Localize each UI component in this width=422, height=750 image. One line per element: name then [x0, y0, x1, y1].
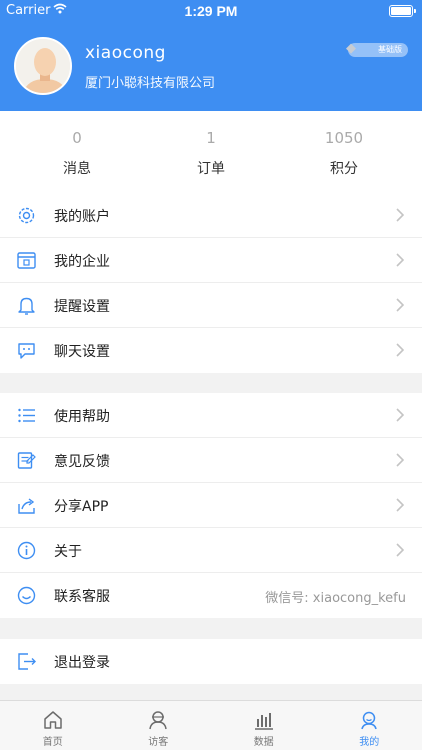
- menu-item-reminder-settings[interactable]: 提醒设置: [0, 283, 422, 328]
- chat-icon: [18, 343, 35, 359]
- status-time: 1:29 PM: [184, 3, 238, 19]
- company-name: 厦门小聪科技有限公司: [85, 76, 216, 91]
- home-icon: [44, 711, 62, 729]
- stat-value: 1: [206, 129, 216, 147]
- chevron-right-icon: [396, 498, 404, 512]
- menu-group-settings: 我的账户 我的企业 提醒设置 聊天设置: [0, 193, 422, 373]
- tab-label: 首页: [42, 737, 63, 748]
- menu-item-label: 关于: [54, 544, 82, 560]
- menu-item-label: 我的企业: [54, 254, 110, 270]
- menu-item-chat-settings[interactable]: 聊天设置: [0, 328, 422, 373]
- username: xiaocong: [85, 43, 166, 63]
- tab-home[interactable]: 首页: [0, 701, 106, 750]
- tab-label: 访客: [148, 737, 169, 748]
- membership-badge[interactable]: ◆ 基础版: [346, 41, 408, 57]
- share-icon: [18, 498, 35, 514]
- list-icon: [18, 408, 35, 423]
- logout-icon: [18, 653, 36, 670]
- chevron-right-icon: [396, 298, 404, 312]
- avatar[interactable]: [14, 37, 72, 95]
- profile-icon: [361, 711, 377, 730]
- service-icon: [17, 586, 36, 605]
- menu-group-help: 使用帮助 意见反馈 分享APP 关于 联系客服 微信号: xiaocong_ke…: [0, 393, 422, 618]
- tab-label: 我的: [359, 737, 380, 748]
- stat-label: 积分: [330, 161, 358, 177]
- stat-value: 1050: [324, 129, 364, 147]
- feedback-icon: [17, 452, 36, 469]
- stat-value: 0: [72, 129, 82, 147]
- menu-item-contact-service[interactable]: 联系客服 微信号: xiaocong_kefu: [0, 573, 422, 618]
- profile-header: Carrier 1:29 PM xiaocong 厦门小聪科技有限公司 ◆ 基础…: [0, 0, 422, 111]
- avatar-icon: [16, 39, 70, 93]
- gear-icon: [18, 207, 35, 224]
- bell-icon: [18, 297, 35, 315]
- tab-bar: 首页 访客 数据 我的: [0, 700, 422, 750]
- menu-item-my-enterprise[interactable]: 我的企业: [0, 238, 422, 283]
- menu-item-label: 聊天设置: [54, 344, 110, 360]
- status-bar: Carrier 1:29 PM: [0, 0, 422, 22]
- enterprise-icon: [17, 252, 36, 269]
- visitors-icon: [149, 711, 167, 730]
- diamond-icon: ◆: [346, 41, 356, 56]
- tab-data[interactable]: 数据: [211, 701, 317, 750]
- tab-profile[interactable]: 我的: [317, 701, 422, 750]
- menu-item-label: 使用帮助: [54, 409, 110, 425]
- menu-item-help[interactable]: 使用帮助: [0, 393, 422, 438]
- data-icon: [254, 713, 273, 730]
- menu-item-label: 分享APP: [54, 499, 109, 515]
- chevron-right-icon: [396, 408, 404, 422]
- info-icon: [17, 541, 36, 560]
- menu-item-my-account[interactable]: 我的账户: [0, 193, 422, 238]
- menu-item-logout[interactable]: 退出登录: [0, 639, 422, 684]
- menu-item-feedback[interactable]: 意见反馈: [0, 438, 422, 483]
- chevron-right-icon: [396, 543, 404, 557]
- wechat-id: 微信号: xiaocong_kefu: [265, 591, 406, 606]
- stat-label: 消息: [63, 161, 91, 177]
- chevron-right-icon: [396, 208, 404, 222]
- stats-bar: 0 消息 1 订单 1050 积分: [0, 111, 422, 193]
- menu-item-label: 提醒设置: [54, 299, 110, 315]
- chevron-right-icon: [396, 253, 404, 267]
- chevron-right-icon: [396, 343, 404, 357]
- stat-orders[interactable]: 1 订单: [141, 111, 281, 178]
- tab-label: 数据: [253, 737, 274, 748]
- menu-item-label: 联系客服: [54, 589, 110, 605]
- chevron-right-icon: [396, 453, 404, 467]
- stat-label: 订单: [197, 161, 225, 177]
- menu-item-share-app[interactable]: 分享APP: [0, 483, 422, 528]
- menu-item-label: 意见反馈: [54, 454, 110, 470]
- battery-icon: [389, 5, 416, 17]
- menu-item-label: 退出登录: [54, 655, 110, 671]
- tab-visitors[interactable]: 访客: [106, 701, 212, 750]
- stat-messages[interactable]: 0 消息: [7, 111, 147, 178]
- stat-points[interactable]: 1050 积分: [274, 111, 414, 178]
- menu-item-about[interactable]: 关于: [0, 528, 422, 573]
- menu-group-logout: 退出登录: [0, 639, 422, 684]
- membership-label: 基础版: [378, 45, 402, 54]
- menu-item-label: 我的账户: [54, 209, 110, 225]
